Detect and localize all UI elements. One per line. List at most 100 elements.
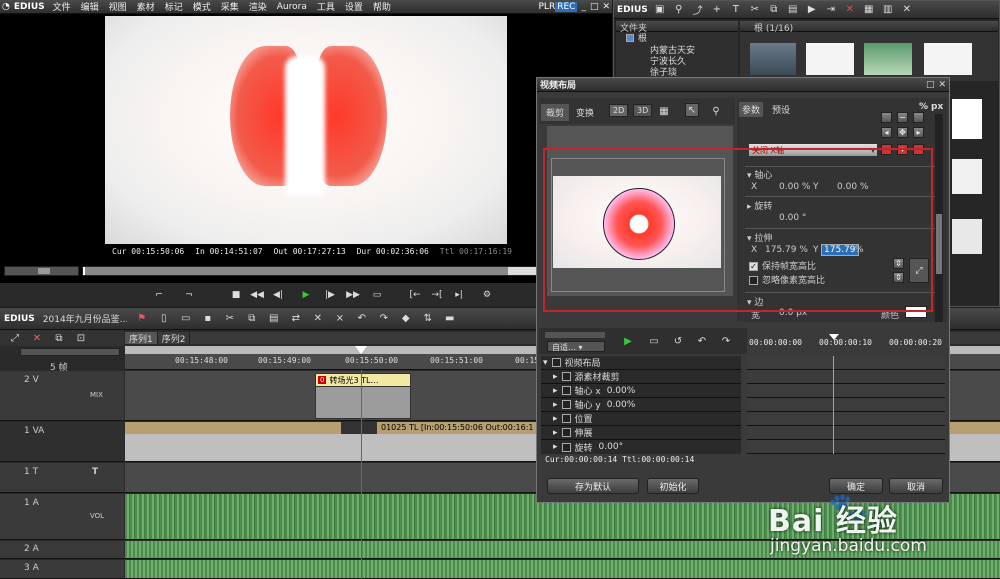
- zoom-icon[interactable]: ⚲: [709, 104, 723, 118]
- undo-icon[interactable]: ↶: [695, 334, 709, 348]
- va-clip-thumb[interactable]: [341, 422, 377, 434]
- open-icon[interactable]: ▭: [179, 312, 193, 326]
- fast-forward-icon[interactable]: ▶▶: [344, 287, 362, 303]
- jog-slider[interactable]: [4, 266, 79, 276]
- track-header-2a[interactable]: 2 A: [0, 541, 124, 559]
- initialize-button[interactable]: 初始化: [647, 478, 699, 494]
- tree-item[interactable]: 内蒙古天安: [616, 43, 738, 56]
- properties-icon[interactable]: ▦: [862, 3, 876, 17]
- trim-icon[interactable]: ▸|: [450, 287, 468, 303]
- restore-icon[interactable]: □: [926, 80, 935, 90]
- param-row[interactable]: ▸ 轴心 y 0.00%: [541, 398, 741, 412]
- track-header-1t[interactable]: 1 T T: [0, 463, 124, 493]
- maximize-icon[interactable]: □: [590, 2, 599, 12]
- unit-px[interactable]: px: [931, 102, 943, 112]
- new-sequence-icon[interactable]: ▯: [157, 312, 171, 326]
- mode-3d-button[interactable]: 3D: [633, 104, 653, 117]
- ripple-delete-icon[interactable]: ⨯: [333, 312, 347, 326]
- menu-view[interactable]: 视图: [109, 0, 127, 13]
- player-icon[interactable]: ▶: [805, 3, 819, 17]
- close-icon[interactable]: ✕: [938, 80, 946, 90]
- replace-icon[interactable]: ⇄: [289, 312, 303, 326]
- position-bar[interactable]: [82, 266, 611, 276]
- param-row[interactable]: ▸ 源素材裁剪: [541, 370, 741, 384]
- param-row[interactable]: ▸ 轴心 x 0.00%: [541, 384, 741, 398]
- stop-icon[interactable]: ■: [228, 287, 244, 303]
- delete-icon[interactable]: ✕: [311, 312, 325, 326]
- rec-label[interactable]: REC: [555, 1, 578, 12]
- title-icon[interactable]: T: [729, 3, 743, 17]
- clip-thumb[interactable]: [924, 43, 972, 75]
- cut-icon[interactable]: ✂: [748, 3, 762, 17]
- view-icon[interactable]: ▥: [881, 3, 895, 17]
- zoom-bar[interactable]: [20, 348, 120, 356]
- nudge-up[interactable]: −: [897, 112, 908, 123]
- keyframe-playhead[interactable]: [829, 334, 839, 340]
- undo-icon[interactable]: ↶: [355, 312, 369, 326]
- clip-thumb[interactable]: [750, 43, 796, 75]
- close-icon[interactable]: ✕: [602, 2, 610, 12]
- param-row[interactable]: ▾ 视频布局: [541, 356, 741, 370]
- tree-item[interactable]: 徐子琰: [616, 65, 738, 78]
- nudge-up-right[interactable]: [913, 112, 924, 123]
- preview-icon[interactable]: ▭: [647, 334, 661, 348]
- insert-icon[interactable]: [←: [406, 287, 424, 303]
- up-folder-icon[interactable]: ⤴: [691, 3, 705, 17]
- snap-icon[interactable]: ⧉: [52, 331, 66, 345]
- menu-clip[interactable]: 素材: [137, 0, 155, 13]
- rewind-icon[interactable]: ◀◀: [248, 287, 266, 303]
- nudge-right[interactable]: ▸: [913, 127, 924, 138]
- sync-icon[interactable]: ⇅: [421, 312, 435, 326]
- nudge-left[interactable]: ◂: [881, 127, 892, 138]
- grid-icon[interactable]: ▦: [657, 104, 671, 118]
- tab-params[interactable]: 参数: [739, 102, 764, 117]
- sync-lock-icon[interactable]: ⊡: [74, 331, 88, 345]
- copy-icon[interactable]: ⧉: [245, 312, 259, 326]
- timeline-add-icon[interactable]: ⇥: [824, 3, 838, 17]
- menu-render[interactable]: 渲染: [249, 0, 267, 13]
- menu-marker[interactable]: 标记: [165, 0, 183, 13]
- play-icon[interactable]: ▶: [621, 334, 635, 348]
- mode-2d-button[interactable]: 2D: [609, 104, 629, 117]
- step-back-icon[interactable]: ◀|: [270, 287, 286, 303]
- redo-icon[interactable]: ↷: [377, 312, 391, 326]
- menu-settings[interactable]: 设置: [345, 0, 363, 13]
- cut-icon[interactable]: ✂: [223, 312, 237, 326]
- output-icon[interactable]: ⚙: [478, 287, 496, 303]
- add-clip-icon[interactable]: +: [710, 3, 724, 17]
- tab-transform[interactable]: 变换: [571, 104, 599, 121]
- menu-aurora[interactable]: Aurora: [277, 2, 307, 12]
- delete-icon[interactable]: ✕: [843, 3, 857, 17]
- select-pointer-icon[interactable]: ↖: [685, 103, 699, 117]
- param-row[interactable]: ▸ 伸展: [541, 426, 741, 440]
- tab-sequence-2[interactable]: 序列2: [158, 332, 191, 345]
- param-row[interactable]: ▸ 旋转 0.00°: [541, 440, 741, 454]
- flag-icon[interactable]: ⚑: [135, 312, 149, 326]
- menu-help[interactable]: 帮助: [373, 0, 391, 13]
- menu-file[interactable]: 文件: [53, 0, 71, 13]
- clip-thumb[interactable]: [864, 43, 912, 75]
- redo-icon[interactable]: ↷: [719, 334, 733, 348]
- paste-icon[interactable]: ▤: [786, 3, 800, 17]
- keyframe-zoom[interactable]: [545, 332, 605, 338]
- loop-icon[interactable]: ▭: [368, 287, 386, 303]
- save-icon[interactable]: ▪: [201, 312, 215, 326]
- nudge-up-left[interactable]: [881, 112, 892, 123]
- track-header-1va[interactable]: 1 VA: [0, 422, 124, 462]
- menu-capture[interactable]: 采集: [221, 0, 239, 13]
- menu-edit[interactable]: 编辑: [81, 0, 99, 13]
- paste-icon[interactable]: ▤: [267, 312, 281, 326]
- playhead-marker[interactable]: [355, 346, 367, 354]
- marker-icon[interactable]: ◆: [399, 312, 413, 326]
- copy-icon[interactable]: ⧉: [767, 3, 781, 17]
- set-out-icon[interactable]: ¬: [180, 287, 198, 303]
- tree-item[interactable]: 宁波长久: [616, 54, 738, 67]
- overwrite-icon[interactable]: →[: [428, 287, 446, 303]
- track-header-1a[interactable]: 1 A VOL: [0, 494, 124, 540]
- save-default-button[interactable]: 存为默认: [547, 478, 639, 494]
- tab-sequence-1[interactable]: 序列1: [125, 332, 158, 345]
- preset-dropdown[interactable]: 自适… ▾: [547, 341, 605, 352]
- mode-icon[interactable]: ⤢: [8, 331, 22, 345]
- menu-mode[interactable]: 模式: [193, 0, 211, 13]
- play-icon[interactable]: ▶: [298, 287, 314, 303]
